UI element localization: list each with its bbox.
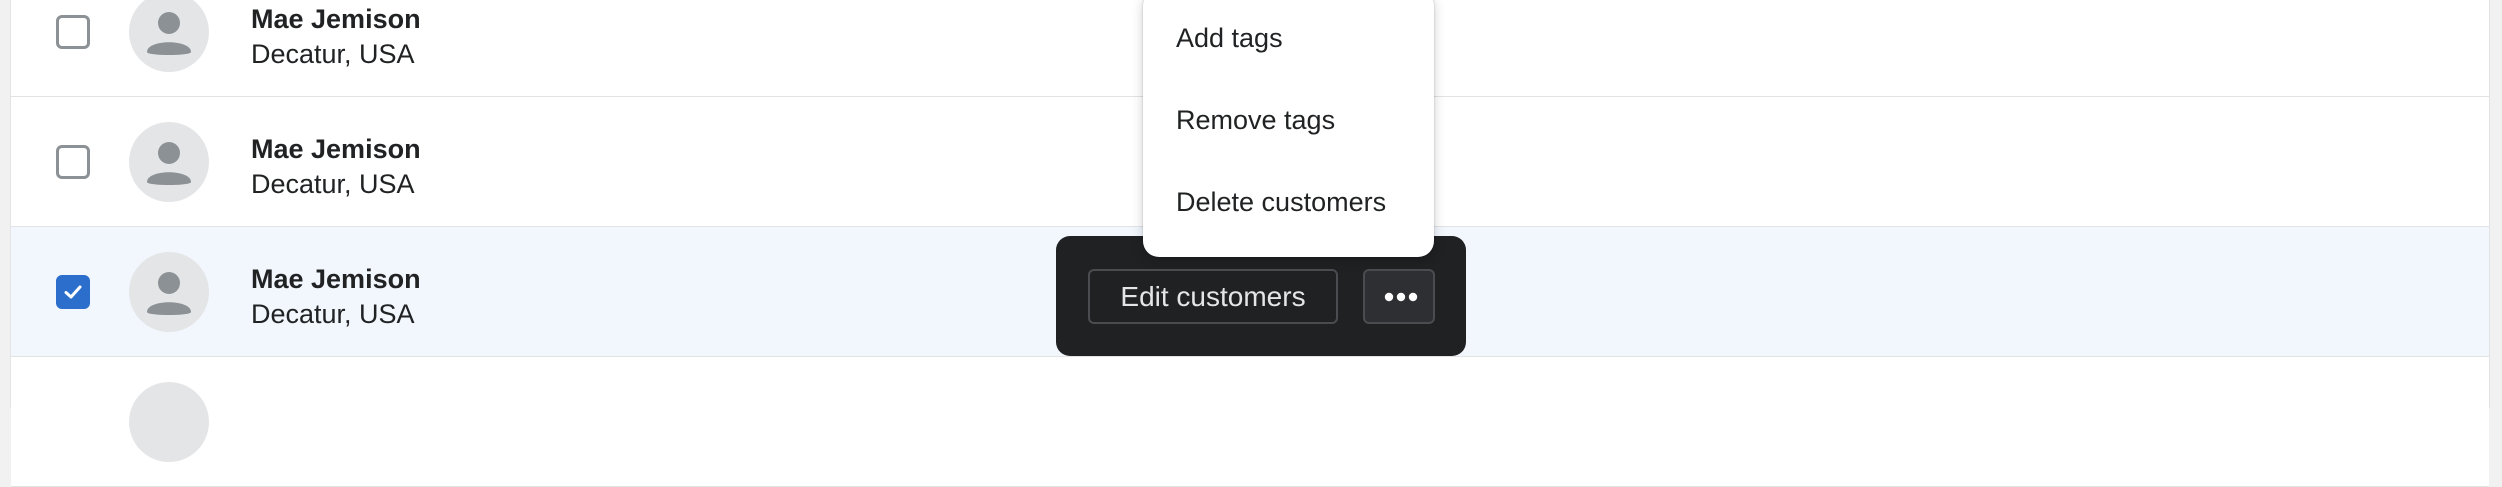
checkmark-icon — [64, 285, 82, 299]
edit-customers-button[interactable]: Edit customers — [1088, 269, 1338, 324]
person-icon — [147, 12, 191, 55]
customer-name: Mae Jemison — [251, 4, 421, 34]
menu-item-add-tags[interactable]: Add tags — [1143, 8, 1434, 68]
more-horizontal-icon — [1384, 292, 1418, 302]
customer-name: Mae Jemison — [251, 134, 421, 164]
avatar — [129, 382, 209, 462]
row-checkbox-checked[interactable] — [56, 275, 90, 309]
person-icon — [147, 142, 191, 185]
menu-item-remove-tags[interactable]: Remove tags — [1143, 90, 1434, 150]
menu-item-delete-customers[interactable]: Delete customers — [1143, 172, 1434, 232]
more-actions-button[interactable] — [1363, 269, 1435, 324]
customer-list: Mae Jemison Decatur, USA Mae Jemison Dec… — [10, 0, 2490, 487]
customer-row-partial[interactable] — [11, 357, 2489, 487]
avatar — [129, 252, 209, 332]
customer-location: Decatur, USA — [251, 39, 415, 69]
more-actions-popover: Add tags Remove tags Delete customers — [1143, 0, 1434, 257]
avatar — [129, 0, 209, 72]
customer-location: Decatur, USA — [251, 299, 415, 329]
customer-location: Decatur, USA — [251, 169, 415, 199]
customer-name: Mae Jemison — [251, 264, 421, 294]
row-checkbox[interactable] — [56, 145, 90, 179]
avatar — [129, 122, 209, 202]
row-checkbox[interactable] — [56, 15, 90, 49]
person-icon — [147, 272, 191, 315]
